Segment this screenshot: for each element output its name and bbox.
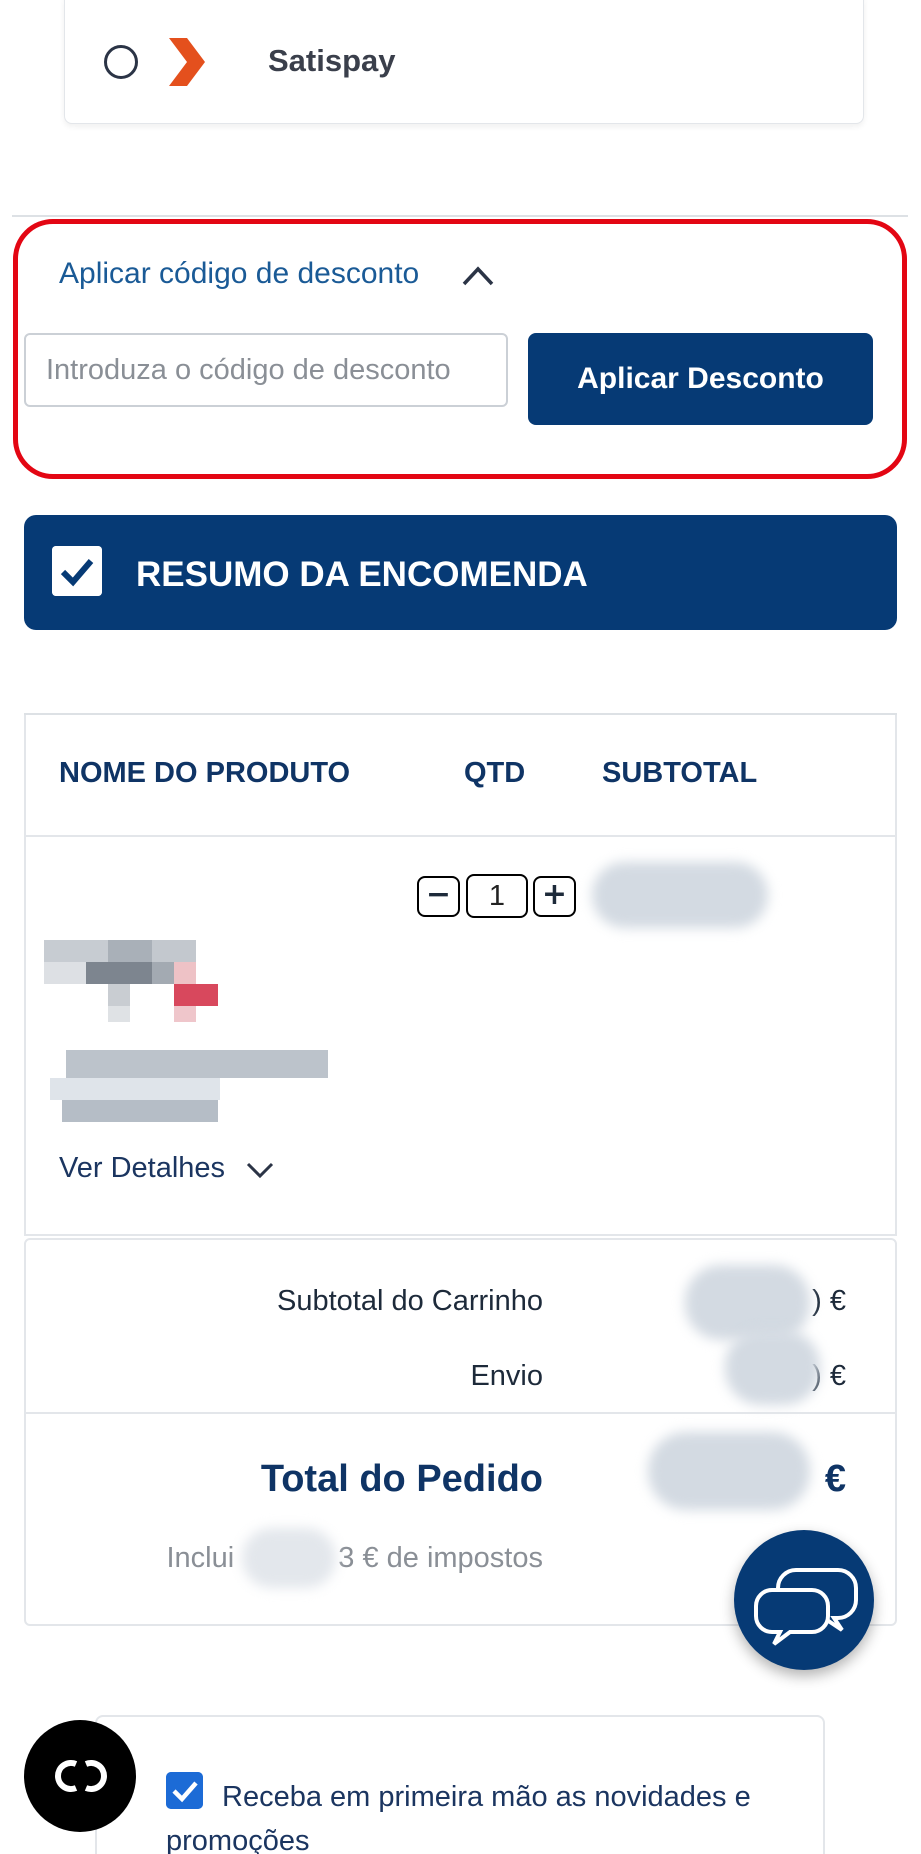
chevron-down-icon[interactable] <box>245 1160 275 1180</box>
redacted-order-total <box>648 1432 810 1510</box>
tax-note: Inclui 3 € de impostos <box>166 1542 543 1575</box>
chevron-up-icon[interactable] <box>461 264 495 288</box>
column-header-subtotal: SUBTOTAL <box>602 757 758 789</box>
divider <box>24 1412 897 1414</box>
radio-unchecked-icon[interactable] <box>104 45 138 79</box>
column-header-qty: QTD <box>464 757 526 789</box>
quantity-increase-button[interactable]: + <box>533 876 576 917</box>
order-total-label: Total do Pedido <box>260 1458 543 1500</box>
chat-bubbles-icon <box>754 1568 858 1646</box>
order-total-value: € <box>824 1458 846 1500</box>
tax-note-prefix: Inclui <box>166 1542 235 1574</box>
payment-option-label: Satispay <box>268 43 396 78</box>
apply-discount-button[interactable]: Aplicar Desconto <box>528 333 873 425</box>
cart-subtotal-value: ) € <box>812 1285 846 1317</box>
divider <box>12 215 908 217</box>
cart-subtotal-label: Subtotal do Carrinho <box>277 1285 543 1317</box>
column-header-product-name: NOME DO PRODUTO <box>59 757 351 789</box>
chat-button[interactable] <box>734 1530 874 1670</box>
checkmark-icon <box>52 546 102 596</box>
discount-code-toggle[interactable]: Aplicar código de desconto <box>59 257 419 291</box>
quantity-input[interactable]: 1 <box>466 874 528 918</box>
newsletter-label[interactable]: Receba em primeira mão as novidades e pr… <box>166 1775 806 1854</box>
redacted-item-subtotal <box>592 862 768 928</box>
shipping-label: Envio <box>470 1360 543 1392</box>
discount-code-input[interactable] <box>24 333 508 407</box>
satispay-logo-icon <box>167 38 205 86</box>
quantity-decrease-button[interactable]: − <box>417 876 460 917</box>
divider <box>24 835 897 837</box>
view-details-toggle[interactable]: Ver Detalhes <box>59 1152 225 1185</box>
tax-note-suffix: 3 € de impostos <box>338 1542 543 1574</box>
redacted-cart-subtotal <box>685 1265 810 1340</box>
cookie-settings-icon <box>55 1760 107 1792</box>
cookie-settings-button[interactable] <box>24 1720 136 1832</box>
redacted-shipping <box>725 1330 820 1405</box>
redacted-tax-amount <box>242 1528 336 1588</box>
order-summary-title: RESUMO DA ENCOMENDA <box>136 555 588 594</box>
